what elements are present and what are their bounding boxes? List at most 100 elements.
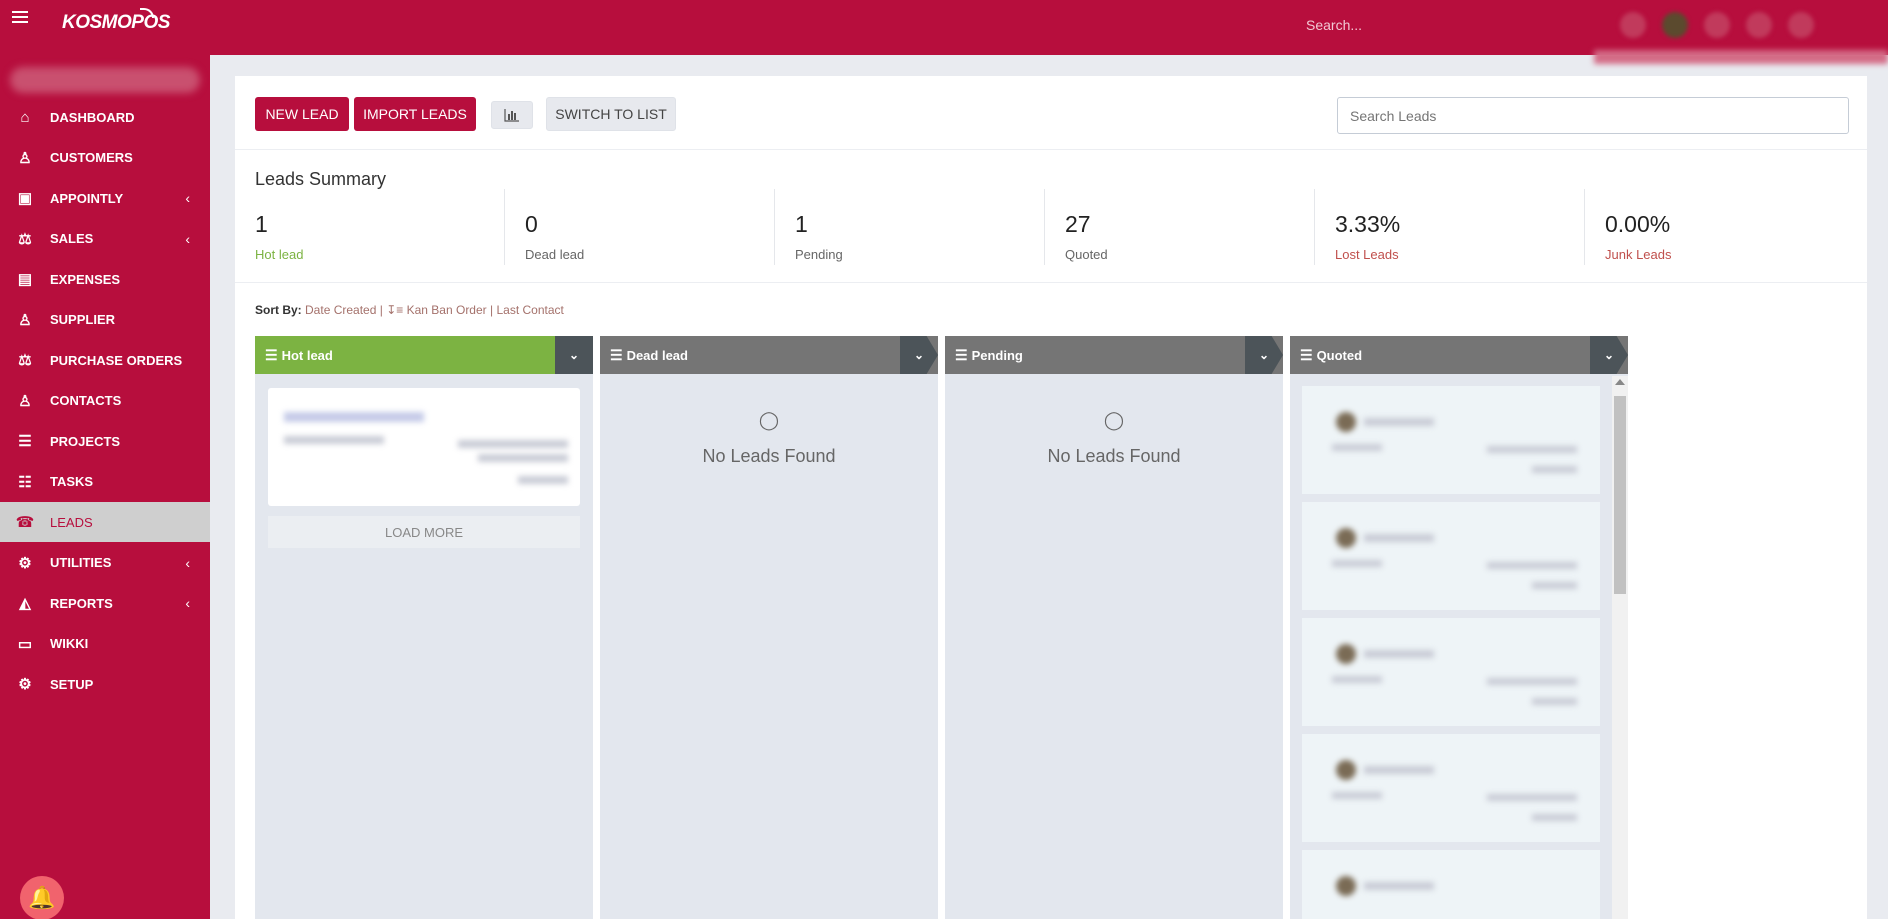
stat-pending: 1 Pending bbox=[775, 189, 1045, 265]
kanban-column-header[interactable]: ☰ Dead lead ⌄ bbox=[600, 336, 938, 374]
column-title: Dead lead bbox=[626, 347, 688, 363]
stat-label: Hot lead bbox=[255, 247, 304, 262]
global-search-input[interactable]: Search... bbox=[1306, 17, 1362, 33]
lead-card[interactable] bbox=[1302, 734, 1600, 842]
sidebar-item-utilities[interactable]: ⚙ UTILITIES ‹ bbox=[0, 543, 210, 583]
home-icon: ⌂ bbox=[20, 108, 30, 126]
kanban-column-dead-lead: ☰ Dead lead ⌄ ◯ No Leads Found bbox=[600, 336, 938, 919]
chevron-left-icon[interactable]: ‹ bbox=[185, 190, 190, 206]
switch-to-list-button[interactable]: SWITCH TO LIST bbox=[546, 97, 676, 131]
lead-card[interactable] bbox=[268, 388, 580, 506]
menu-toggle-icon[interactable] bbox=[12, 11, 28, 25]
sidebar-item-reports[interactable]: ◭ REPORTS ‹ bbox=[0, 583, 210, 623]
drag-handle-icon[interactable]: ☰ bbox=[265, 347, 278, 364]
sort-date-created-link[interactable]: Date Created bbox=[305, 303, 376, 317]
stat-label: Dead lead bbox=[525, 247, 585, 262]
chat-icon[interactable] bbox=[1704, 12, 1730, 38]
chevron-down-icon[interactable]: ⌄ bbox=[1245, 336, 1283, 374]
kanban-column-pending: ☰ Pending ⌄ ◯ No Leads Found bbox=[945, 336, 1283, 919]
lead-card[interactable] bbox=[1302, 618, 1600, 726]
sidebar-item-wikki[interactable]: ▭ WIKKI bbox=[0, 624, 210, 664]
lead-card[interactable] bbox=[1302, 386, 1600, 494]
bell-icon[interactable] bbox=[1788, 12, 1814, 38]
chart-button[interactable] bbox=[491, 101, 533, 129]
new-lead-button[interactable]: NEW LEAD bbox=[255, 97, 349, 131]
drag-handle-icon[interactable]: ☰ bbox=[610, 347, 623, 364]
lead-card[interactable] bbox=[1302, 850, 1600, 919]
drag-handle-icon[interactable]: ☰ bbox=[1300, 347, 1313, 364]
sidebar-item-label: UTILITIES bbox=[50, 555, 112, 570]
column-scrollbar[interactable] bbox=[1612, 376, 1628, 919]
stat-label: Junk Leads bbox=[1605, 247, 1672, 262]
chevron-down-icon[interactable]: ⌄ bbox=[555, 336, 593, 374]
stat-label: Pending bbox=[795, 247, 843, 262]
stat-hot-lead: 1 Hot lead bbox=[235, 189, 505, 265]
topbar-icons bbox=[1620, 12, 1814, 38]
user-icon: ♙ bbox=[18, 392, 32, 410]
stat-value: 0 bbox=[525, 211, 538, 237]
sidebar-item-label: LEADS bbox=[50, 514, 93, 530]
sort-kanban-order-link[interactable]: Kan Ban Order bbox=[407, 303, 487, 317]
import-leads-button[interactable]: IMPORT LEADS bbox=[354, 97, 476, 131]
stat-value: 1 bbox=[255, 211, 268, 237]
scrollbar-thumb[interactable] bbox=[1614, 396, 1626, 594]
sidebar-item-label: PURCHASE ORDERS bbox=[50, 352, 183, 368]
chevron-down-icon[interactable]: ⌄ bbox=[900, 336, 938, 374]
stat-quoted: 27 Quoted bbox=[1045, 189, 1315, 265]
cogs-icon: ⚙ bbox=[18, 554, 32, 572]
folder-open-icon: ▭ bbox=[17, 635, 33, 653]
sidebar-item-supplier[interactable]: ♙ SUPPLIER bbox=[0, 300, 210, 340]
sort-order-icon: ↧≡ bbox=[386, 303, 404, 317]
sidebar-item-contacts[interactable]: ♙ CONTACTS bbox=[0, 381, 210, 421]
sidebar-item-label: EXPENSES bbox=[50, 271, 121, 287]
search-leads-input[interactable] bbox=[1337, 97, 1849, 134]
kanban-column-quoted: ☰ Quoted ⌄ bbox=[1290, 336, 1628, 919]
column-title: Pending bbox=[971, 347, 1023, 363]
sidebar-item-appointly[interactable]: ▣ APPOINTLY ‹ bbox=[0, 178, 210, 218]
sidebar-user-profile[interactable] bbox=[10, 67, 200, 93]
notification-icon[interactable] bbox=[1620, 12, 1646, 38]
sidebar-item-tasks[interactable]: ☷ TASKS bbox=[0, 462, 210, 502]
sidebar-item-customers[interactable]: ♙ CUSTOMERS bbox=[0, 138, 210, 178]
sidebar-item-projects[interactable]: ☰ PROJECTS bbox=[0, 421, 210, 461]
stat-junk-leads: 0.00% Junk Leads bbox=[1585, 189, 1855, 265]
sidebar-item-purchase-orders[interactable]: ⚖ PURCHASE ORDERS bbox=[0, 340, 210, 380]
main-panel: NEW LEAD IMPORT LEADS SWITCH TO LIST Lea… bbox=[235, 76, 1867, 919]
kanban-column-header[interactable]: ☰ Hot lead ⌄ bbox=[255, 336, 593, 374]
drag-handle-icon[interactable]: ☰ bbox=[955, 347, 968, 364]
sidebar-item-label: CUSTOMERS bbox=[50, 150, 133, 165]
lead-card[interactable] bbox=[1302, 502, 1600, 610]
chevron-down-icon[interactable]: ⌄ bbox=[1590, 336, 1628, 374]
sidebar-item-label: REPORTS bbox=[50, 595, 113, 611]
sidebar-item-label: TASKS bbox=[50, 474, 94, 489]
scroll-up-arrow-icon[interactable] bbox=[1615, 379, 1625, 385]
settings-icon[interactable] bbox=[1746, 12, 1772, 38]
balance-scale-icon: ⚖ bbox=[18, 230, 32, 248]
sidebar-item-dashboard[interactable]: ⌂ DASHBOARD bbox=[0, 97, 210, 137]
chevron-left-icon[interactable]: ‹ bbox=[185, 231, 190, 247]
load-more-button[interactable]: LOAD MORE bbox=[268, 516, 580, 548]
notification-bell-icon[interactable]: 🔔 bbox=[20, 876, 64, 919]
kanban-column-header[interactable]: ☰ Pending ⌄ bbox=[945, 336, 1283, 374]
sidebar-item-label: APPOINTLY bbox=[50, 190, 124, 206]
user-icon: ♙ bbox=[18, 311, 32, 329]
tasks-icon: ☷ bbox=[18, 473, 32, 491]
area-chart-icon: ◭ bbox=[19, 595, 31, 612]
sort-by-label: Sort By: bbox=[255, 303, 302, 317]
sidebar-item-sales[interactable]: ⚖ SALES ‹ bbox=[0, 219, 210, 259]
kanban-column-header[interactable]: ☰ Quoted ⌄ bbox=[1290, 336, 1628, 374]
top-navbar: KOSMOPOS Search... bbox=[0, 0, 1888, 64]
sidebar-item-label: DASHBOARD bbox=[50, 109, 135, 125]
stat-dead-lead: 0 Dead lead bbox=[505, 189, 775, 265]
sort-last-contact-link[interactable]: Last Contact bbox=[496, 303, 563, 317]
topbar-strip bbox=[1594, 50, 1888, 64]
sidebar-item-setup[interactable]: ⚙ SETUP bbox=[0, 664, 210, 704]
sidebar-item-expenses[interactable]: ▤ EXPENSES bbox=[0, 259, 210, 299]
sidebar-item-label: CONTACTS bbox=[50, 393, 122, 408]
sidebar-item-leads[interactable]: ☎ LEADS bbox=[0, 502, 210, 542]
chevron-left-icon[interactable]: ‹ bbox=[185, 595, 190, 611]
stat-lost-leads: 3.33% Lost Leads bbox=[1315, 189, 1585, 265]
chevron-left-icon[interactable]: ‹ bbox=[185, 555, 190, 571]
stat-label: Quoted bbox=[1065, 247, 1108, 262]
user-avatar[interactable] bbox=[1662, 12, 1688, 38]
